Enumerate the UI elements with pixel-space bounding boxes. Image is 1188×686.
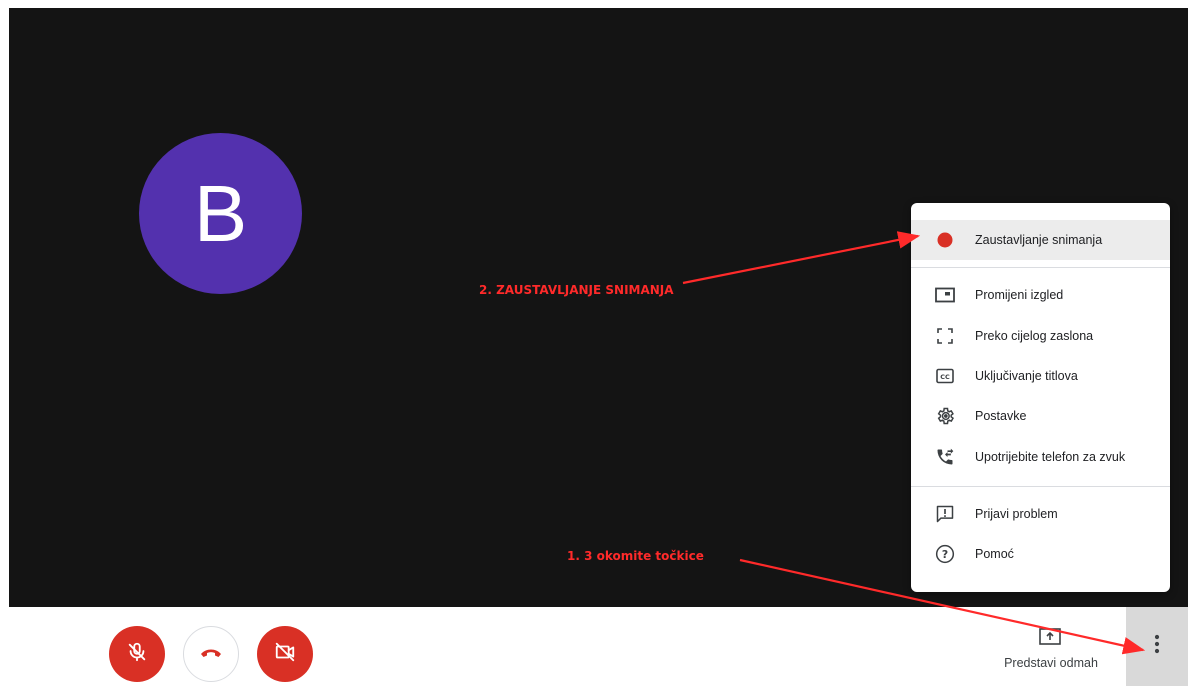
record-dot-icon [935,230,955,250]
menu-item-label: Promijeni izgled [975,288,1064,302]
annotation-step-1: 1. 3 okomite točkice [567,549,704,563]
present-now-label: Predstavi odmah [1004,656,1098,670]
menu-item-label: Preko cijelog zaslona [975,329,1094,343]
menu-item-label: Postavke [975,409,1027,423]
svg-text:?: ? [942,548,948,561]
menu-item-help[interactable]: ? Pomoć [911,534,1170,574]
menu-divider [911,267,1170,268]
menu-item-phone-audio[interactable]: Upotrijebite telefon za zvuk [911,437,1170,477]
menu-item-label: Upotrijebite telefon za zvuk [975,450,1126,464]
hang-up-button[interactable] [183,626,239,682]
participant-avatar: B [139,133,302,294]
phone-audio-icon [935,447,955,467]
annotation-step-2: 2. ZAUSTAVLJANJE SNIMANJA [479,283,674,297]
mic-off-icon [126,641,148,668]
report-problem-icon [935,504,955,524]
svg-text:CC: CC [940,373,950,381]
menu-item-fullscreen[interactable]: Preko cijelog zaslona [911,316,1170,356]
fullscreen-icon [935,326,955,346]
menu-item-stop-recording[interactable]: Zaustavljanje snimanja [911,220,1170,260]
captions-icon: CC [935,366,955,386]
options-menu: Zaustavljanje snimanja Promijeni izgled … [911,203,1170,592]
avatar-initial: B [193,168,248,258]
menu-item-label: Uključivanje titlova [975,369,1078,383]
menu-item-label: Pomoć [975,547,1014,561]
present-screen-icon [1039,628,1061,646]
menu-item-label: Prijavi problem [975,507,1058,521]
menu-divider [911,486,1170,487]
menu-item-label: Zaustavljanje snimanja [975,233,1103,247]
camera-toggle-button[interactable] [257,626,313,682]
menu-item-settings[interactable]: Postavke [911,396,1170,436]
more-options-button[interactable] [1126,607,1188,686]
menu-item-captions[interactable]: CC Uključivanje titlova [911,356,1170,396]
more-vertical-icon [1154,634,1160,659]
layout-icon [935,285,955,305]
settings-gear-icon [935,406,955,426]
menu-item-report-problem[interactable]: Prijavi problem [911,494,1170,534]
menu-item-change-layout[interactable]: Promijeni izgled [911,275,1170,315]
hang-up-icon [199,645,223,663]
present-now-button[interactable]: Predstavi odmah [992,624,1110,676]
camera-off-icon [274,641,296,668]
mic-toggle-button[interactable] [109,626,165,682]
help-icon: ? [935,544,955,564]
